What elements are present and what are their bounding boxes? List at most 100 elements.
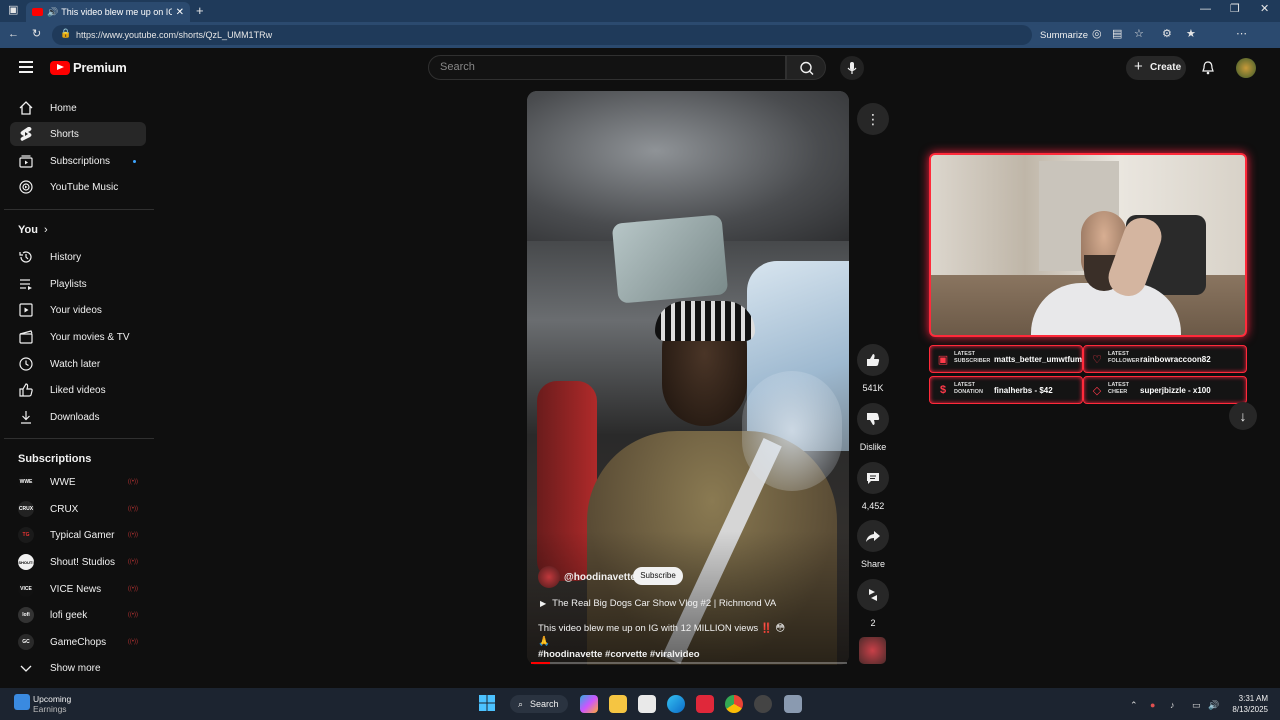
comment-icon <box>857 462 889 494</box>
file-explorer-icon[interactable] <box>609 695 627 713</box>
sidebar-you-section[interactable]: You › <box>18 224 48 236</box>
sidebar-item-your-videos[interactable]: Your videos <box>10 298 146 322</box>
sidebar-item-your-movies-tv[interactable]: Your movies & TV <box>10 325 146 349</box>
address-bar[interactable]: 🔒 https://www.youtube.com/shorts/QzL_UMM… <box>52 25 1032 45</box>
sidebar-sub-wwe[interactable]: WWE WWE ((•)) <box>10 470 146 494</box>
channel-avatar[interactable] <box>538 566 560 588</box>
favorite-star-icon[interactable]: ☆ <box>1134 29 1144 40</box>
tab-actions-icon[interactable]: ▣ <box>8 5 18 16</box>
minimize-icon[interactable]: — <box>1200 4 1211 15</box>
translate-icon[interactable]: ◎ <box>1092 29 1102 40</box>
comments-button[interactable]: 4,452 <box>855 462 891 511</box>
sidebar-item-shorts[interactable]: Shorts <box>10 122 146 146</box>
youtube-app-icon[interactable] <box>696 695 714 713</box>
sidebar-sub-typical-gamer[interactable]: TG Typical Gamer ((•)) <box>10 523 146 547</box>
back-icon[interactable]: ← <box>8 29 19 40</box>
refresh-icon[interactable]: ↻ <box>32 29 41 40</box>
related-video-link[interactable]: ▶ The Real Big Dogs Car Show Vlog #2 | Ri… <box>540 598 776 609</box>
share-button[interactable]: Share <box>855 520 891 569</box>
sidebar-item-playlists[interactable]: Playlists <box>10 272 146 296</box>
store-icon[interactable] <box>638 695 656 713</box>
playlists-icon <box>20 279 32 290</box>
like-button[interactable]: 541K <box>855 344 891 393</box>
channel-handle[interactable]: @hoodinavette <box>564 572 636 583</box>
sidebar-sub-lofi-geek[interactable]: lofi lofi geek ((•)) <box>10 603 146 627</box>
new-tab-icon[interactable]: + <box>196 4 204 17</box>
your-videos-icon <box>19 303 33 317</box>
channel-info[interactable]: @hoodinavette <box>538 566 636 588</box>
sidebar-sub-gamechops[interactable]: GC GameChops ((•)) <box>10 630 146 654</box>
copilot-app-icon[interactable] <box>580 695 598 713</box>
display-tray-icon[interactable]: ▭ <box>1192 700 1201 711</box>
sidebar-item-label: Watch later <box>50 358 101 370</box>
sidebar-item-label: Shorts <box>50 128 79 140</box>
video-progress-bar[interactable] <box>531 662 847 664</box>
search-button[interactable] <box>786 55 826 80</box>
extensions-icon[interactable]: ⚙ <box>1162 29 1172 40</box>
diamond-icon: ◇ <box>1092 384 1102 397</box>
caption-hashtags[interactable]: #hoodinavette #corvette #viralvideo <box>538 648 793 661</box>
windows-start-icon[interactable] <box>479 695 495 711</box>
sidebar-item-youtube-music[interactable]: YouTube Music <box>10 175 146 199</box>
sidebar-item-liked-videos[interactable]: Liked videos <box>10 378 146 402</box>
youtube-premium-logo[interactable]: Premium <box>50 60 127 75</box>
next-short-button[interactable]: ↓ <box>1229 402 1257 430</box>
summarize-button[interactable]: Summarize <box>1040 30 1088 41</box>
reader-icon[interactable]: ▤ <box>1112 29 1122 40</box>
subscriptions-title: Subscriptions <box>18 453 92 465</box>
latest-cheer-panel: ◇ LATEST CHEER superjbizzle - x100 <box>1083 376 1247 404</box>
sidebar-item-home[interactable]: Home <box>10 96 146 120</box>
share-label: Share <box>860 559 886 569</box>
sidebar-item-label: History <box>50 251 82 263</box>
app-icon[interactable] <box>754 695 772 713</box>
search-input[interactable]: Search <box>428 55 786 80</box>
create-button[interactable]: + Create <box>1126 56 1186 80</box>
close-window-icon[interactable]: ✕ <box>1260 4 1269 15</box>
watch-later-clock-icon <box>19 357 33 371</box>
search-icon <box>800 61 814 75</box>
thumbs-up-icon <box>857 344 889 376</box>
sidebar-item-downloads[interactable]: Downloads <box>10 405 146 429</box>
channel-name: WWE <box>50 476 76 488</box>
sidebar-item-subscriptions[interactable]: Subscriptions <box>10 149 146 173</box>
maximize-icon[interactable]: ❐ <box>1230 4 1240 15</box>
close-tab-icon[interactable]: ✕ <box>176 7 184 18</box>
notifications-bell-icon[interactable] <box>1200 60 1216 76</box>
thumbs-down-icon <box>857 403 889 435</box>
latest-follower-panel: ♡ LATEST FOLLOWER rainbowraccoon82 <box>1083 345 1247 373</box>
menu-icon[interactable] <box>19 61 33 73</box>
sidebar-item-watch-later[interactable]: Watch later <box>10 352 146 376</box>
more-icon[interactable]: ⋯ <box>1236 29 1247 40</box>
system-clock[interactable]: 3:31 AM 8/13/2025 <box>1222 693 1268 715</box>
volume-tray-icon[interactable]: 🔊 <box>1208 700 1219 711</box>
taskbar-search[interactable]: ⌕ Search <box>510 695 568 713</box>
browser-tab[interactable]: 🔊 This video blew me up on IG ✕ <box>26 2 190 22</box>
show-hidden-icons-chevron-icon[interactable]: ⌃ <box>1130 700 1138 711</box>
favorites-icon[interactable]: ★ <box>1186 29 1196 40</box>
chrome-browser-icon[interactable] <box>725 695 743 713</box>
tray-app-icon[interactable]: ● <box>1150 700 1155 710</box>
account-avatar[interactable] <box>1236 58 1256 78</box>
audio-icon[interactable]: 🔊 <box>47 7 58 17</box>
microphone-tray-icon[interactable]: ♪ <box>1170 700 1175 710</box>
edge-browser-icon[interactable] <box>667 695 685 713</box>
search-icon: ⌕ <box>518 699 524 709</box>
earnings-widget[interactable]: Upcoming Earnings <box>33 694 71 714</box>
voice-search-button[interactable] <box>840 56 864 80</box>
subscribe-button[interactable]: Subscribe <box>633 567 683 585</box>
sidebar-sub-vice-news[interactable]: VICE VICE News ((•)) <box>10 577 146 601</box>
sidebar-show-more[interactable]: Show more <box>10 656 146 680</box>
remix-button[interactable]: 2 <box>855 579 891 628</box>
stat-value: superjbizzle - x100 <box>1140 386 1211 395</box>
more-options-button[interactable]: ⋮ <box>855 103 891 135</box>
dislike-button[interactable]: Dislike <box>855 403 891 452</box>
settings-gear-icon[interactable] <box>784 695 802 713</box>
stat-value: rainbowraccoon82 <box>1140 355 1211 364</box>
sidebar-sub-shout-studios[interactable]: SHOUT! Shout! Studios ((•)) <box>10 550 146 574</box>
progress-fill <box>531 662 550 664</box>
sidebar-sub-crux[interactable]: CRUX CRUX ((•)) <box>10 497 146 521</box>
sidebar-item-history[interactable]: History <box>10 245 146 269</box>
earnings-widget-icon[interactable] <box>14 694 30 710</box>
lock-icon[interactable]: 🔒 <box>60 29 71 38</box>
sound-thumbnail[interactable] <box>859 637 886 664</box>
